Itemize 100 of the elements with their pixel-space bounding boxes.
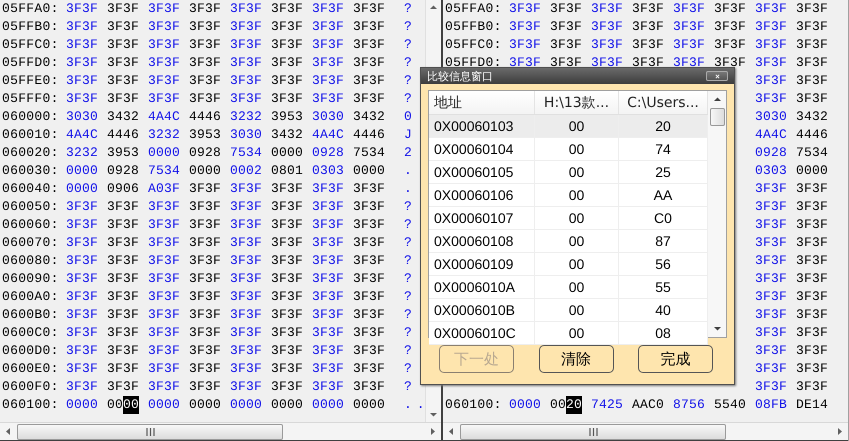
column-header[interactable]: C:\Users... [619,91,708,114]
hex-bytes: 3F3F [107,378,140,396]
hex-bytes: 3F3F [189,90,222,108]
dialog-button[interactable]: 完成 [638,345,713,373]
hex-bytes: 3F3F [796,72,830,90]
hex-bytes: 3F3F [714,18,748,36]
hex-bytes: 3F3F [755,306,788,324]
horizontal-scrollbar[interactable] [0,422,441,441]
hex-bytes: 3F3F [796,342,830,360]
hex-bytes: 0000 [353,396,386,414]
table-cell: 0X00060105 [429,161,535,183]
table-cell: 00 [535,230,619,252]
table-row[interactable]: 0X00060107 00 C0 [429,207,708,230]
ascii-text: ? [403,288,418,306]
hex-bytes: 0000 [509,396,542,414]
hex-bytes: 3F3F [271,36,304,54]
table-row[interactable]: 0X0006010C 00 08 [429,322,708,345]
dialog-button[interactable]: 清除 [538,345,614,373]
hex-bytes: 3F3F [271,216,304,234]
hex-bytes: 3F3F [353,180,386,198]
hex-bytes: 3F3F [189,378,222,396]
table-cell: 00 [535,184,619,206]
vertical-scrollbar[interactable] [708,91,726,337]
hex-bytes: 3F3F [189,180,222,198]
hex-bytes: 3F3F [148,72,182,90]
table-row[interactable]: 0X0006010B 00 40 [429,299,708,322]
hex-bytes: 3F3F [796,288,830,306]
hex-bytes: 3F3F [673,18,706,36]
hex-bytes: 3432 [271,126,304,144]
column-header[interactable]: 地址 [429,91,535,114]
hex-bytes: 3F3F [312,288,346,306]
hex-bytes: 3F3F [189,234,222,252]
hex-bytes: 3F3F [509,0,542,18]
hex-bytes: 3F3F [353,198,386,216]
hex-bytes: 3F3F [189,342,222,360]
hex-bytes: 3F3F [148,216,182,234]
hex-bytes: 3F3F [148,198,182,216]
table-row[interactable]: 0X00060109 00 56 [429,253,708,276]
hex-cursor-byte: 20 [566,396,582,414]
hex-bytes: 3F3F [755,360,788,378]
hex-bytes: 3F3F [271,198,304,216]
hex-bytes: 3F3F [230,270,264,288]
hex-address: 0600F0: [2,378,60,396]
hex-address: 05FFA0: [445,0,503,18]
hex-bytes: 3F3F [66,54,100,72]
hex-bytes: 3F3F [148,0,182,18]
hex-bytes: 3F3F [755,252,788,270]
hex-bytes: A03F [148,180,182,198]
hex-bytes: 7534 [230,144,264,162]
hex-bytes: 3F3F [509,54,542,72]
grip-icon [588,428,598,436]
close-button[interactable] [706,71,728,81]
ascii-text: ? [403,252,418,270]
hex-address: 060100: [445,396,503,414]
hex-bytes: 3F3F [230,180,264,198]
hex-bytes: 3232 [66,144,100,162]
table-row[interactable]: 0X00060104 00 74 [429,138,708,161]
hex-bytes: 4446 [189,108,222,126]
scrollbar-thumb[interactable] [710,108,724,126]
scrollbar-thumb[interactable] [17,424,283,440]
hex-bytes: 3F3F [632,54,666,72]
horizontal-scrollbar[interactable] [443,422,848,441]
hex-bytes: 3F3F [230,0,264,18]
hex-bytes: 3F3F [107,36,140,54]
hex-bytes: 0928 [189,144,222,162]
hex-address: 060080: [2,252,60,270]
hex-bytes: 3F3F [714,0,748,18]
hex-bytes: 4A4C [148,108,182,126]
hex-bytes: 4A4C [66,126,100,144]
column-header[interactable]: H:\13款... [535,91,619,114]
table-row[interactable]: 0X0006010A 00 55 [429,276,708,299]
hex-bytes: 5540 [714,396,748,414]
hex-bytes: 3F3F [107,198,140,216]
hex-bytes: 3F3F [755,288,788,306]
hex-bytes: 3F3F [189,288,222,306]
hex-bytes: 0000 [353,162,386,180]
ascii-text: ? [403,306,418,324]
hex-bytes: 3F3F [107,324,140,342]
hex-bytes: 0000 [66,180,100,198]
hex-bytes: 0000 [66,396,100,414]
scrollbar-thumb[interactable] [460,424,726,440]
hex-bytes: 8756 [673,396,706,414]
ascii-text: ? [403,36,418,54]
hex-bytes: 3F3F [755,378,788,396]
hex-bytes: 3F3F [632,36,666,54]
hex-byte: 00 [550,396,566,414]
table-row[interactable]: 0X00060106 00 AA [429,184,708,207]
hex-bytes: 3F3F [230,72,264,90]
hex-bytes: 3F3F [755,0,788,18]
hex-bytes: 3F3F [591,36,624,54]
table-row[interactable]: 0X00060105 00 25 [429,161,708,184]
hex-bytes: 3F3F [714,54,748,72]
hex-bytes: 3F3F [148,18,182,36]
hex-bytes: 3F3F [271,180,304,198]
table-row[interactable]: 0X00060103 00 20 [429,115,708,138]
hex-address: 060100: [2,396,60,414]
hex-bytes: 3F3F [509,18,542,36]
table-row[interactable]: 0X00060108 00 87 [429,230,708,253]
hex-bytes: 3F3F [591,0,624,18]
hex-bytes: 3F3F [796,270,830,288]
